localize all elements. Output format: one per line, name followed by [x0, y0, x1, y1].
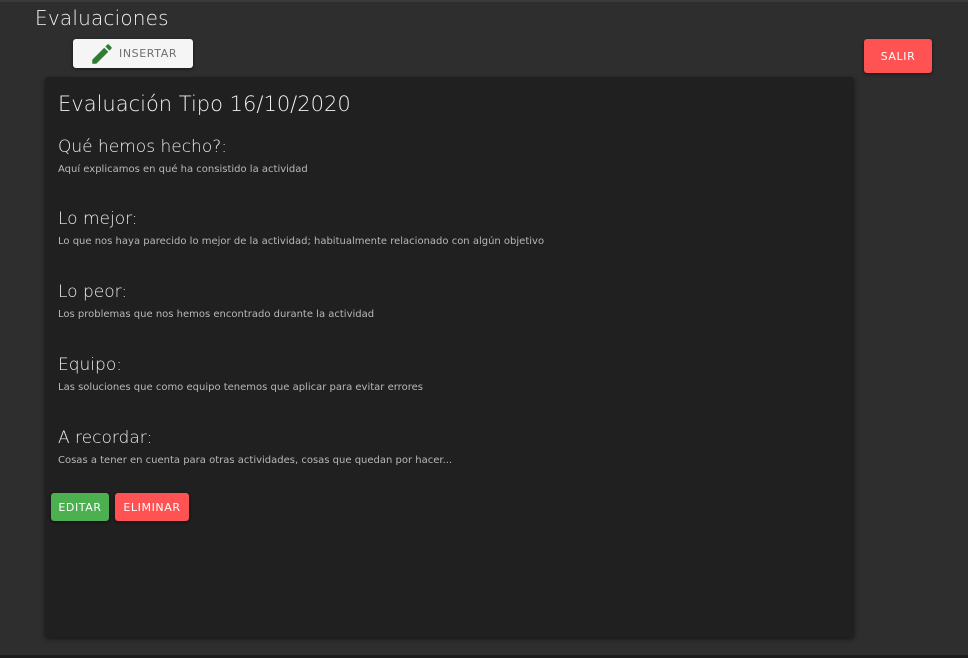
section-heading: Equipo:	[58, 355, 122, 375]
section-text: Cosas a tener en cuenta para otras activ…	[58, 455, 453, 466]
pencil-icon	[89, 41, 115, 67]
insert-button[interactable]: INSERTAR	[73, 39, 193, 68]
section-heading: Qué hemos hecho?:	[58, 137, 227, 157]
section-text: Las soluciones que como equipo tenemos q…	[58, 382, 423, 393]
section-best: Lo mejor: Lo que nos haya parecido lo me…	[58, 209, 544, 247]
insert-button-label: INSERTAR	[119, 47, 178, 60]
exit-button[interactable]: SALIR	[864, 39, 932, 73]
section-what-done: Qué hemos hecho?: Aquí explicamos en qué…	[58, 137, 308, 175]
page-title: Evaluaciones	[35, 6, 169, 30]
top-border	[0, 0, 968, 2]
evaluation-title: Evaluación Tipo 16/10/2020	[58, 92, 351, 116]
section-text: Los problemas que nos hemos encontrado d…	[58, 309, 375, 320]
section-heading: Lo peor:	[58, 282, 128, 302]
delete-button[interactable]: ELIMINAR	[115, 493, 189, 521]
section-heading: Lo mejor:	[58, 209, 138, 229]
section-worst: Lo peor: Los problemas que nos hemos enc…	[58, 282, 374, 320]
section-remember: A recordar: Cosas a tener en cuenta para…	[58, 428, 452, 466]
evaluation-card: Evaluación Tipo 16/10/2020 Qué hemos hec…	[45, 77, 854, 637]
section-team: Equipo: Las soluciones que como equipo t…	[58, 355, 423, 393]
section-text: Aquí explicamos en qué ha consistido la …	[58, 164, 308, 175]
section-heading: A recordar:	[58, 428, 153, 448]
section-text: Lo que nos haya parecido lo mejor de la …	[58, 236, 545, 247]
edit-button[interactable]: EDITAR	[51, 493, 109, 521]
